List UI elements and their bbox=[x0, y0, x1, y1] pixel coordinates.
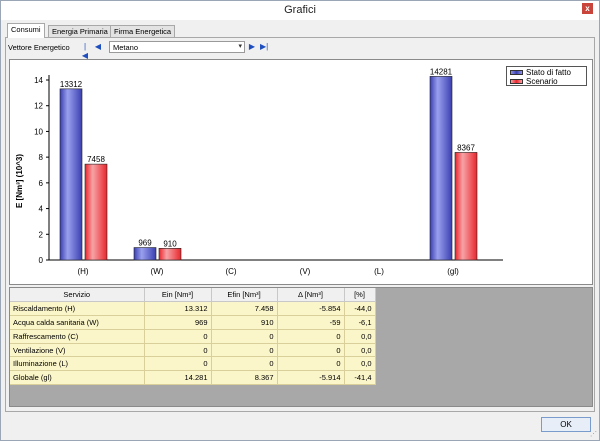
y-tick-label: 2 bbox=[39, 230, 44, 239]
table-cell-value: 0,0 bbox=[344, 356, 376, 372]
legend-item-stato-di-fatto: Stato di fatto bbox=[510, 68, 571, 77]
last-page-icon[interactable]: ▶| bbox=[260, 42, 268, 51]
prev-icon[interactable]: ◀ bbox=[94, 42, 102, 51]
next-icon[interactable]: ▶ bbox=[248, 42, 256, 51]
data-label: 14281 bbox=[430, 67, 453, 76]
consumi-table: Servizio Ein [Nm³] Efin [Nm³] Δ [Nm³] [%… bbox=[10, 288, 376, 386]
table-cell-value: 8.367 bbox=[211, 370, 278, 386]
data-label: 7458 bbox=[87, 155, 105, 164]
bar-scenario bbox=[158, 248, 182, 261]
y-tick-label: 12 bbox=[34, 102, 43, 111]
column-header-ein[interactable]: Ein [Nm³] bbox=[144, 288, 212, 303]
table-cell-servizio: Riscaldamento (H) bbox=[10, 301, 145, 317]
table-cell-value: 0 bbox=[277, 329, 345, 344]
y-tick-label: 6 bbox=[39, 179, 44, 188]
first-page-icon[interactable]: |◀ bbox=[81, 42, 89, 60]
close-icon[interactable]: x bbox=[582, 3, 593, 14]
table-cell-value: 0 bbox=[144, 329, 212, 344]
x-tick-label: (gl) bbox=[447, 267, 459, 276]
table-cell-value: 13.312 bbox=[144, 301, 212, 317]
grafici-window: Grafici x Consumi Energia Primaria Firma… bbox=[0, 0, 600, 441]
table-cell-value: 0 bbox=[211, 356, 278, 372]
table-cell-value: 0,0 bbox=[344, 329, 376, 344]
y-tick-label: 0 bbox=[39, 256, 44, 265]
x-tick-label: (V) bbox=[300, 267, 311, 276]
y-tick-label: 14 bbox=[34, 76, 43, 85]
legend-swatch-stato-di-fatto bbox=[510, 69, 523, 75]
table-cell-value: 910 bbox=[211, 315, 278, 330]
table-cell-servizio: Globale (gl) bbox=[10, 370, 145, 386]
table-cell-value: 0 bbox=[277, 343, 345, 358]
x-tick-label: (H) bbox=[77, 267, 88, 276]
chart-legend: Stato di fatto Scenario bbox=[506, 66, 587, 86]
legend-label-scenario: Scenario bbox=[526, 77, 558, 86]
bar-stato-di-fatto bbox=[59, 88, 83, 261]
table-cell-value: 969 bbox=[144, 315, 212, 330]
table-row[interactable]: Illuminazione (L) 0 0 0 0,0 bbox=[10, 356, 376, 372]
table-row[interactable]: Raffrescamento (C) 0 0 0 0,0 bbox=[10, 329, 376, 344]
table-cell-value: -44,0 bbox=[344, 301, 376, 317]
table-cell-servizio: Ventilazione (V) bbox=[10, 343, 145, 358]
vector-select-value: Metano bbox=[113, 43, 139, 52]
table-cell-value: 7.458 bbox=[211, 301, 278, 317]
table-cell-value: 0 bbox=[144, 356, 212, 372]
legend-item-scenario: Scenario bbox=[510, 77, 558, 86]
table-header-row: Servizio Ein [Nm³] Efin [Nm³] Δ [Nm³] [%… bbox=[10, 288, 376, 303]
table-cell-value: -41,4 bbox=[344, 370, 376, 386]
legend-label-stato-di-fatto: Stato di fatto bbox=[526, 68, 571, 77]
chevron-down-icon[interactable]: ▾ bbox=[238, 42, 242, 50]
resize-grip-icon[interactable]: ⋰ bbox=[590, 430, 597, 438]
x-tick-label: (W) bbox=[151, 267, 164, 276]
consumi-chart: E [Nm³] (10^3) 0 2 4 6 8 10 12 14 (H) 13312 7458 (W… bbox=[15, 67, 503, 276]
table-cell-servizio: Illuminazione (L) bbox=[10, 356, 145, 372]
table-cell-value: -59 bbox=[277, 315, 345, 330]
table-cell-value: 0,0 bbox=[344, 343, 376, 358]
ok-button[interactable]: OK bbox=[541, 417, 591, 432]
table-cell-value: -5.914 bbox=[277, 370, 345, 386]
column-header-percent[interactable]: [%] bbox=[344, 288, 376, 303]
table-cell-value: -5.854 bbox=[277, 301, 345, 317]
y-tick-label: 8 bbox=[39, 153, 44, 162]
bar-scenario bbox=[454, 152, 478, 261]
chart-area: E [Nm³] (10^3) 0 2 4 6 8 10 12 14 (H) 13312 7458 (W… bbox=[9, 59, 593, 285]
table-row[interactable]: Acqua calda sanitaria (W) 969 910 -59 -6,1 bbox=[10, 315, 376, 330]
tab-energia-primaria[interactable]: Energia Primaria bbox=[48, 25, 112, 37]
bar-stato-di-fatto bbox=[133, 247, 157, 261]
vector-label: Vettore Energetico bbox=[8, 43, 70, 52]
table-cell-servizio: Acqua calda sanitaria (W) bbox=[10, 315, 145, 330]
title-bar: Grafici x bbox=[1, 1, 599, 20]
bar-scenario bbox=[84, 163, 108, 261]
vector-select[interactable]: Metano ▾ bbox=[109, 41, 245, 53]
y-tick-label: 4 bbox=[39, 205, 44, 214]
data-label: 8367 bbox=[457, 143, 475, 152]
column-header-efin[interactable]: Efin [Nm³] bbox=[211, 288, 278, 303]
x-tick-label: (C) bbox=[225, 267, 236, 276]
tab-consumi[interactable]: Consumi bbox=[7, 23, 45, 38]
column-header-servizio[interactable]: Servizio bbox=[10, 288, 145, 303]
table-cell-value: 14.281 bbox=[144, 370, 212, 386]
legend-swatch-scenario bbox=[510, 78, 523, 84]
data-label: 13312 bbox=[60, 80, 83, 89]
table-row[interactable]: Globale (gl) 14.281 8.367 -5.914 -41,4 bbox=[10, 370, 376, 386]
table-cell-value: 0 bbox=[211, 343, 278, 358]
table-cell-value: -6,1 bbox=[344, 315, 376, 330]
data-label: 910 bbox=[163, 239, 177, 248]
data-label: 969 bbox=[138, 239, 152, 248]
table-cell-servizio: Raffrescamento (C) bbox=[10, 329, 145, 344]
column-header-delta[interactable]: Δ [Nm³] bbox=[277, 288, 345, 303]
y-tick-label: 10 bbox=[34, 127, 43, 136]
table-row[interactable]: Ventilazione (V) 0 0 0 0,0 bbox=[10, 343, 376, 358]
y-axis-label: E [Nm³] (10^3) bbox=[15, 154, 24, 208]
window-title: Grafici bbox=[284, 4, 316, 16]
table-row[interactable]: Riscaldamento (H) 13.312 7.458 -5.854 -44,0 bbox=[10, 301, 376, 317]
bar-stato-di-fatto bbox=[429, 76, 453, 261]
table-cell-value: 0 bbox=[211, 329, 278, 344]
x-tick-label: (L) bbox=[374, 267, 384, 276]
table-cell-value: 0 bbox=[277, 356, 345, 372]
table-cell-value: 0 bbox=[144, 343, 212, 358]
tab-firma-energetica[interactable]: Firma Energetica bbox=[110, 25, 176, 37]
